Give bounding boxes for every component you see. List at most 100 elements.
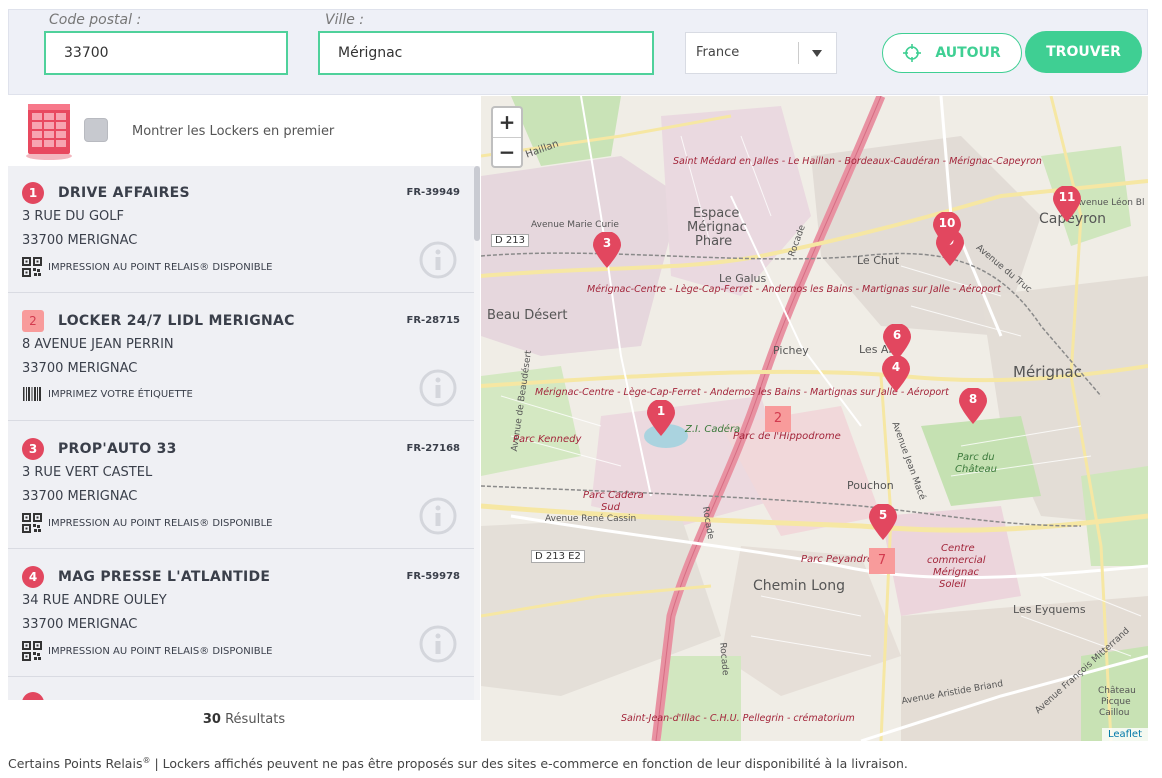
map-pin[interactable]: 11 — [1053, 185, 1081, 222]
map-label: Z.I. Cadéra — [685, 424, 741, 435]
app: Code postal : 33700 Ville : Mérignac Fra… — [0, 0, 1162, 778]
city-input[interactable]: Mérignac — [318, 31, 654, 75]
result-name: MAG PRESSE L'ATLANTIDE — [58, 569, 271, 585]
map-locker-marker[interactable]: 7 — [869, 548, 895, 574]
list-item[interactable]: 4 MAG PRESSE L'ATLANTIDE FR-59978 34 RUE… — [8, 550, 474, 677]
map-label: Mérignac — [1013, 363, 1082, 381]
result-city: 33700 MERIGNAC — [22, 233, 138, 248]
map[interactable]: Espace Mérignac Phare Le Galus Le Chut B… — [481, 96, 1148, 741]
map-pin[interactable]: 3 — [593, 231, 621, 268]
map-attribution-link[interactable]: Leaflet — [1101, 728, 1148, 741]
map-label: Parc Kennedy — [513, 434, 582, 445]
list-item[interactable]: 3 PROP'AUTO 33 FR-27168 3 RUE VERT CASTE… — [8, 422, 474, 549]
find-button[interactable]: TROUVER — [1025, 31, 1142, 73]
list-item[interactable]: 2 LOCKER 24/7 LIDL MERIGNAC FR-28715 8 A… — [8, 294, 474, 421]
map-label: Chemin Long — [753, 578, 845, 594]
list-item-partial[interactable] — [8, 678, 474, 700]
map-label: Mérignac — [933, 567, 979, 578]
select-divider — [798, 42, 799, 64]
map-pin-number: 6 — [892, 328, 902, 342]
result-city: 33700 MERIGNAC — [22, 489, 138, 504]
map-pin-number: 10 — [938, 216, 956, 230]
map-label-tram: Mérignac-Centre - Lège-Cap-Ferret - Ande… — [587, 284, 1001, 295]
result-city: 33700 MERIGNAC — [22, 361, 138, 376]
postal-code-label: Code postal : — [49, 12, 142, 28]
map-label: Parc de l'Hippodrome — [733, 431, 841, 442]
result-name: LOCKER 24/7 LIDL MERIGNAC — [58, 313, 295, 329]
zoom-out-button[interactable]: − — [493, 137, 521, 166]
info-icon[interactable] — [418, 496, 458, 536]
result-service: IMPRIMEZ VOTRE ÉTIQUETTE — [22, 385, 193, 403]
country-value: France — [696, 45, 740, 60]
map-pin[interactable]: 4 — [882, 355, 910, 392]
results-count: 30 Résultats — [8, 700, 480, 741]
results-panel: Montrer les Lockers en premier 1 DRIVE A… — [8, 96, 480, 741]
map-label-tram: Saint-Jean-d'Illac - C.H.U. Pellegrin - … — [621, 713, 855, 724]
map-pin[interactable]: 1 — [647, 399, 675, 436]
crosshair-icon — [903, 44, 922, 62]
result-service: IMPRESSION AU POINT RELAIS® DISPONIBLE — [22, 257, 272, 277]
country-select[interactable]: France — [685, 32, 837, 74]
results-list: 1 DRIVE AFFAIRES FR-39949 3 RUE DU GOLF … — [8, 166, 474, 700]
result-name: DRIVE AFFAIRES — [58, 185, 190, 201]
result-number: 3 — [22, 438, 44, 460]
map-pin[interactable]: 8 — [959, 387, 987, 424]
around-me-button[interactable]: AUTOUR — [882, 33, 1022, 73]
map-label: Parc Cadera — [583, 490, 644, 501]
result-code: FR-28715 — [406, 315, 460, 326]
result-code: FR-27168 — [406, 443, 460, 454]
lockers-first-row: Montrer les Lockers en premier — [8, 96, 480, 166]
result-service: IMPRESSION AU POINT RELAIS® DISPONIBLE — [22, 513, 272, 533]
scrollbar-thumb[interactable] — [474, 166, 480, 241]
qr-code-icon — [22, 641, 42, 661]
result-service: IMPRESSION AU POINT RELAIS® DISPONIBLE — [22, 641, 272, 661]
info-icon[interactable] — [418, 240, 458, 280]
postal-code-input[interactable]: 33700 — [44, 31, 288, 75]
map-label: Château — [1098, 686, 1136, 696]
map-pin[interactable]: 10 — [933, 211, 961, 248]
map-label: Les Eyquems — [1013, 603, 1086, 616]
info-icon[interactable] — [418, 624, 458, 664]
zoom-control: + − — [491, 106, 523, 168]
disclaimer-text-a: Certains Points Relais — [8, 756, 143, 772]
map-locker-marker[interactable]: 2 — [765, 406, 791, 432]
results-scrollbar[interactable] — [474, 166, 480, 700]
map-label: Parc du — [957, 452, 995, 463]
map-label: Centre — [941, 543, 975, 554]
map-label: Soleil — [939, 579, 966, 590]
list-item[interactable]: 1 DRIVE AFFAIRES FR-39949 3 RUE DU GOLF … — [8, 166, 474, 293]
result-name: PROP'AUTO 33 — [58, 441, 177, 457]
map-label: Le Chut — [857, 254, 900, 267]
info-icon[interactable] — [418, 368, 458, 408]
map-pin-number: 5 — [878, 508, 888, 522]
map-label: Picque — [1101, 697, 1131, 707]
map-label: Avenue René Cassin — [545, 514, 637, 524]
map-pin-number: 3 — [602, 236, 612, 250]
result-address: 3 RUE DU GOLF — [22, 209, 124, 224]
map-label: Pouchon — [847, 479, 894, 492]
lockers-first-label: Montrer les Lockers en premier — [132, 124, 335, 139]
map-pin[interactable]: 6 — [883, 323, 911, 360]
result-service-text: IMPRESSION AU POINT RELAIS® DISPONIBLE — [48, 261, 273, 273]
result-service-text: IMPRIMEZ VOTRE ÉTIQUETTE — [48, 388, 193, 400]
map-pin[interactable]: 5 — [869, 503, 897, 540]
result-address: 8 AVENUE JEAN PERRIN — [22, 337, 174, 352]
lockers-first-checkbox[interactable] — [84, 118, 108, 142]
map-label: commercial — [927, 555, 986, 566]
qr-code-icon — [22, 513, 42, 533]
result-number: 2 — [22, 310, 44, 332]
map-pin-number: 4 — [891, 360, 901, 374]
results-count-word: Résultats — [225, 712, 286, 727]
map-label-tram: Saint Médard en Jalles - Le Haillan - Bo… — [673, 156, 1042, 167]
map-label: Beau Désert — [487, 308, 568, 323]
zoom-in-button[interactable]: + — [493, 108, 521, 137]
locker-icon — [26, 104, 72, 160]
map-base — [481, 96, 1148, 741]
disclaimer: Certains Points Relais® | Lockers affich… — [8, 756, 908, 771]
map-label: Pichey — [773, 344, 809, 357]
map-label: Avenue Marie Curie — [531, 220, 619, 230]
result-code: FR-59978 — [406, 571, 460, 582]
result-number: 1 — [22, 182, 44, 204]
map-label-road: D 213 — [491, 234, 529, 247]
map-label: Avenue Léon Bl — [1075, 198, 1145, 208]
